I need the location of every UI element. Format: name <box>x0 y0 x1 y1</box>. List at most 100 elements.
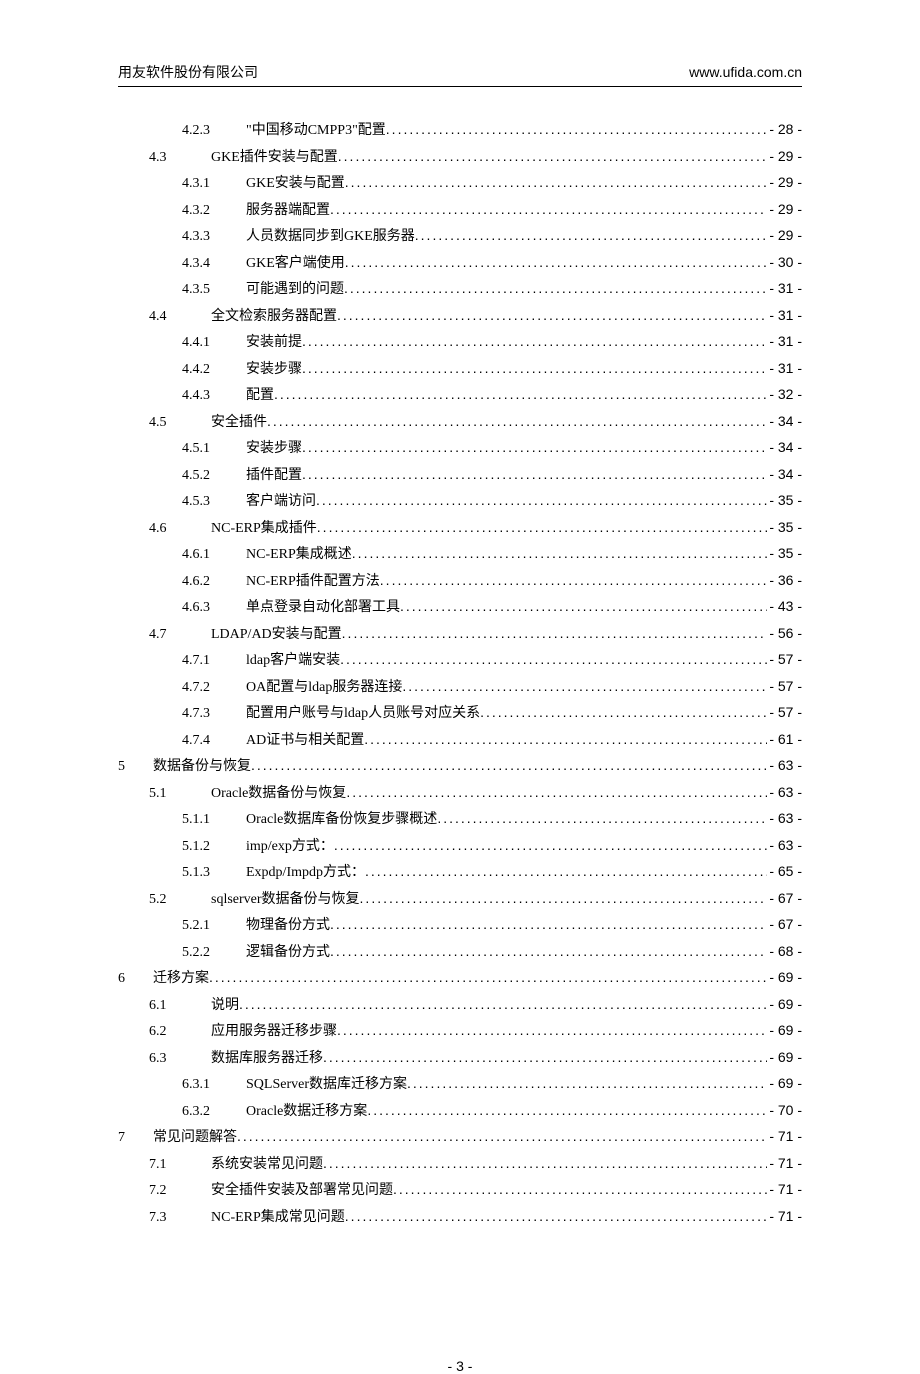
toc-page: - 69 - <box>767 965 802 990</box>
toc-number: 6.2 <box>118 1020 181 1045</box>
toc-number: 4.5.2 <box>118 464 246 489</box>
toc-title: LDAP/AD安装与配置 <box>211 623 342 648</box>
toc-leader-dots <box>380 568 768 593</box>
toc-entry[interactable]: 4.4全文检索服务器配置- 31 - <box>118 303 802 330</box>
toc-entry[interactable]: 4.7.3配置用户账号与ldap人员账号对应关系- 57 - <box>118 700 802 727</box>
toc-entry[interactable]: 5.2.1物理备份方式- 67 - <box>118 912 802 939</box>
toc-entry[interactable]: 5.1.2imp/exp方式：- 63 - <box>118 833 802 860</box>
toc-entry[interactable]: 4.7.4AD证书与相关配置 - 61 - <box>118 727 802 754</box>
toc-leader-dots <box>346 780 767 805</box>
toc-title: 迁移方案 <box>153 967 209 992</box>
toc-entry[interactable]: 7常见问题解答- 71 - <box>118 1124 802 1151</box>
toc-title: 常见问题解答 <box>153 1126 237 1151</box>
toc-entry[interactable]: 4.5.3客户端访问- 35 - <box>118 488 802 515</box>
toc-number: 7.1 <box>118 1153 181 1178</box>
toc-leader-dots <box>302 462 767 487</box>
toc-number: 4.7.4 <box>118 729 246 754</box>
toc-entry[interactable]: 6.3数据库服务器迁移- 69 - <box>118 1045 802 1072</box>
toc-entry[interactable]: 5.1Oracle数据备份与恢复- 63 - <box>118 780 802 807</box>
toc-title: AD证书与相关配置 <box>246 729 364 754</box>
toc-title: 说明 <box>211 994 239 1019</box>
toc-page: - 63 - <box>767 833 802 858</box>
toc-title: SQLServer数据库迁移方案 <box>246 1073 407 1098</box>
toc-entry[interactable]: 4.5.1安装步骤- 34 - <box>118 435 802 462</box>
toc-entry[interactable]: 4.3.3人员数据同步到GKE服务器- 29 - <box>118 223 802 250</box>
toc-leader-dots <box>337 303 767 328</box>
toc-page: - 71 - <box>767 1177 802 1202</box>
toc-number: 4.7.3 <box>118 702 246 727</box>
toc-page: - 69 - <box>767 1045 802 1070</box>
toc-leader-dots <box>330 939 767 964</box>
toc-leader-dots <box>323 1045 767 1070</box>
toc-entry[interactable]: 5.2sqlserver数据备份与恢复- 67 - <box>118 886 802 913</box>
toc-title: 服务器端配置 <box>246 199 330 224</box>
toc-title: 安全插件安装及部署常见问题 <box>211 1179 393 1204</box>
toc-entry[interactable]: 6.3.1SQLServer数据库迁移方案- 69 - <box>118 1071 802 1098</box>
toc-page: - 34 - <box>767 435 802 460</box>
toc-number: 4.6 <box>118 517 181 542</box>
toc-leader-dots <box>364 727 767 752</box>
toc-entry[interactable]: 4.3.1GKE安装与配置- 29 - <box>118 170 802 197</box>
toc-title: 应用服务器迁移步骤 <box>211 1020 337 1045</box>
toc-entry[interactable]: 5数据备份与恢复- 63 - <box>118 753 802 780</box>
toc-entry[interactable]: 4.7.2OA配置与ldap服务器连接- 57 - <box>118 674 802 701</box>
toc-title: NC-ERP集成概述 <box>246 543 352 568</box>
toc-entry[interactable]: 7.1系统安装常见问题- 71 - <box>118 1151 802 1178</box>
toc-number: 5.1.2 <box>118 835 246 860</box>
toc-entry[interactable]: 5.1.3Expdp/Impdp方式：- 65 - <box>118 859 802 886</box>
toc-leader-dots <box>316 488 767 513</box>
toc-number: 4.3 <box>118 146 181 171</box>
toc-entry[interactable]: 6.1说明- 69 - <box>118 992 802 1019</box>
toc-title: 安装步骤 <box>246 358 302 383</box>
toc-entry[interactable]: 4.2.3"中国移动CMPP3"配置- 28 - <box>118 117 802 144</box>
toc-title: 人员数据同步到GKE服务器 <box>246 225 415 250</box>
toc-entry[interactable]: 7.2安全插件安装及部署常见问题- 71 - <box>118 1177 802 1204</box>
toc-page: - 57 - <box>767 674 802 699</box>
toc-page: - 31 - <box>767 356 802 381</box>
toc-entry[interactable]: 4.4.3配置- 32 - <box>118 382 802 409</box>
toc-entry[interactable]: 4.7LDAP/AD安装与配置- 56 - <box>118 621 802 648</box>
toc-page: - 34 - <box>767 462 802 487</box>
toc-entry[interactable]: 4.3.4GKE客户端使用- 30 - <box>118 250 802 277</box>
toc-page: - 65 - <box>767 859 802 884</box>
toc-leader-dots <box>437 806 767 831</box>
toc-page: - 29 - <box>767 223 802 248</box>
toc-title: 安装前提 <box>246 331 302 356</box>
toc-entry[interactable]: 4.5.2插件配置- 34 - <box>118 462 802 489</box>
toc-number: 5.1 <box>118 782 181 807</box>
toc-title: 安装步骤 <box>246 437 302 462</box>
toc-entry[interactable]: 4.3GKE插件安装与配置- 29 - <box>118 144 802 171</box>
toc-page: - 71 - <box>767 1151 802 1176</box>
toc-leader-dots <box>330 912 767 937</box>
toc-title: "中国移动CMPP3"配置 <box>246 119 386 144</box>
toc-title: Expdp/Impdp方式： <box>246 861 365 886</box>
toc-leader-dots <box>330 197 767 222</box>
toc-entry[interactable]: 4.5安全插件- 34 - <box>118 409 802 436</box>
page-number: - 3 - <box>448 1358 473 1374</box>
toc-title: NC-ERP集成常见问题 <box>211 1206 345 1231</box>
toc-entry[interactable]: 7.3NC-ERP集成常见问题- 71 - <box>118 1204 802 1231</box>
toc-entry[interactable]: 4.6.1NC-ERP集成概述 - 35 - <box>118 541 802 568</box>
toc-leader-dots <box>407 1071 767 1096</box>
toc-page: - 63 - <box>767 780 802 805</box>
toc-leader-dots <box>345 1204 768 1229</box>
toc-entry[interactable]: 4.4.1安装前提- 31 - <box>118 329 802 356</box>
toc-entry[interactable]: 5.2.2逻辑备份方式- 68 - <box>118 939 802 966</box>
toc-page: - 35 - <box>767 541 802 566</box>
toc-entry[interactable]: 4.6.3单点登录自动化部署工具- 43 - <box>118 594 802 621</box>
toc-title: 物理备份方式 <box>246 914 330 939</box>
toc-entry[interactable]: 4.7.1ldap客户端安装- 57 - <box>118 647 802 674</box>
toc-entry[interactable]: 5.1.1Oracle数据库备份恢复步骤概述- 63 - <box>118 806 802 833</box>
toc-entry[interactable]: 4.3.2服务器端配置- 29 - <box>118 197 802 224</box>
toc-entry[interactable]: 4.3.5可能遇到的问题- 31 - <box>118 276 802 303</box>
toc-page: - 61 - <box>767 727 802 752</box>
toc-number: 4.3.1 <box>118 172 246 197</box>
toc-entry[interactable]: 6.3.2Oracle数据迁移方案- 70 - <box>118 1098 802 1125</box>
toc-leader-dots <box>302 329 767 354</box>
toc-entry[interactable]: 6迁移方案- 69 - <box>118 965 802 992</box>
toc-number: 4.6.1 <box>118 543 246 568</box>
toc-entry[interactable]: 4.6.2NC-ERP插件配置方法- 36 - <box>118 568 802 595</box>
toc-entry[interactable]: 4.4.2安装步骤- 31 - <box>118 356 802 383</box>
toc-entry[interactable]: 6.2应用服务器迁移步骤- 69 - <box>118 1018 802 1045</box>
toc-entry[interactable]: 4.6NC-ERP集成插件- 35 - <box>118 515 802 542</box>
